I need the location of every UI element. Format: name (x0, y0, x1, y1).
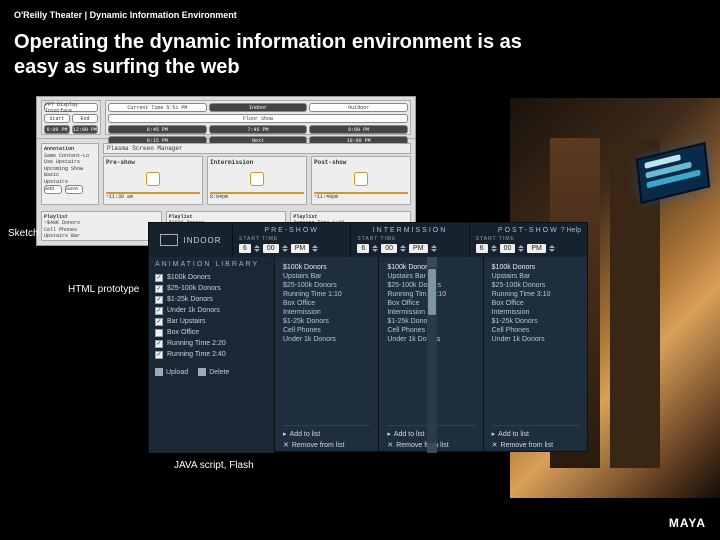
upload-icon (155, 368, 163, 376)
tv-icon (160, 234, 178, 246)
remove-button[interactable]: ✕ Remove from list (283, 441, 370, 449)
label-js-flash: JAVA script, Flash (174, 460, 254, 471)
list-item[interactable]: Under 1k Donors (283, 335, 370, 344)
time-input-intermission[interactable]: 6 00 PM (357, 244, 462, 253)
breadcrumb: O'Reilly Theater | Dynamic Information E… (0, 0, 720, 24)
lib-item[interactable]: ✓Running Time 2:40 (155, 349, 268, 360)
time-input-postshow[interactable]: 6 00 PM (476, 244, 581, 253)
help-link[interactable]: Help (561, 227, 581, 234)
arrow-up-icon[interactable] (427, 257, 437, 267)
library-scrollbar[interactable] (427, 257, 437, 453)
list-item[interactable]: Box Office (283, 299, 370, 308)
phase-preshow: PRE-SHOW START TIME 6 00 PM (233, 223, 351, 257)
list-item[interactable]: Intermission (283, 308, 370, 317)
checkbox-icon[interactable] (155, 329, 163, 337)
list-item[interactable]: Box Office (492, 299, 579, 308)
list-item[interactable]: $1-25k Donors (492, 317, 579, 326)
checkbox-icon[interactable]: ✓ (155, 285, 163, 293)
sketch-title: PPT Display Interface (44, 103, 98, 112)
playlist-col-preshow: $100k Donors Upstairs Bar $25-100k Donor… (275, 257, 379, 453)
lib-item[interactable]: ✓Running Time 2:20 (155, 338, 268, 349)
lib-item[interactable]: ✓$100k Donors (155, 272, 268, 283)
sketch-annotation: Annotation Same Content-Lo Use Upstairs … (41, 143, 99, 205)
time-input-preshow[interactable]: 6 00 PM (239, 244, 344, 253)
list-item[interactable]: Intermission (492, 308, 579, 317)
checkbox-icon[interactable]: ✓ (155, 351, 163, 359)
remove-button[interactable]: ✕ Remove from list (492, 441, 579, 449)
footer-logo: MAYA (669, 516, 706, 530)
delete-button[interactable]: Delete (198, 368, 229, 376)
scroll-thumb[interactable] (428, 269, 436, 315)
label-sketch: Sketch (8, 228, 39, 239)
arrow-down-icon[interactable] (427, 443, 437, 453)
list-item[interactable]: $25-100k Donors (283, 281, 370, 290)
add-button[interactable]: ▸ Add to list (492, 430, 579, 438)
indoor-tab[interactable]: INDOOR (149, 223, 233, 257)
checkbox-icon[interactable]: ✓ (155, 274, 163, 282)
lib-item[interactable]: ✓Under 1k Donors (155, 305, 268, 316)
lib-item[interactable]: ✓$1-25k Donors (155, 294, 268, 305)
list-item[interactable]: $1-25k Donors (283, 317, 370, 326)
lib-item[interactable]: ✓Bar Upstairs (155, 316, 268, 327)
label-html-prototype: HTML prototype (68, 284, 139, 295)
checkbox-icon[interactable]: ✓ (155, 296, 163, 304)
checkbox-icon[interactable]: ✓ (155, 340, 163, 348)
page-title: Operating the dynamic information enviro… (0, 24, 560, 90)
lib-item[interactable]: ✓$25-100k Donors (155, 283, 268, 294)
animation-library: ANIMATION LIBRARY ✓$100k Donors ✓$25-100… (149, 257, 275, 453)
list-item[interactable]: Cell Phones (492, 326, 579, 335)
delete-icon (198, 368, 206, 376)
list-item[interactable]: Upstairs Bar (283, 272, 370, 281)
list-item[interactable]: $100k Donors (492, 263, 579, 272)
list-item[interactable]: $25-100k Donors (492, 281, 579, 290)
list-item[interactable]: Cell Phones (283, 326, 370, 335)
list-item[interactable]: $100k Donors (283, 263, 370, 272)
list-item[interactable]: Upstairs Bar (492, 272, 579, 281)
checkbox-icon[interactable]: ✓ (155, 307, 163, 315)
content-stage: PPT Display Interface StartEnd 6:00 PM12… (0, 98, 720, 540)
digital-sign (636, 142, 710, 204)
list-item[interactable]: Running Time 1:10 (283, 290, 370, 299)
lib-item[interactable]: Box Office (155, 327, 268, 338)
add-button[interactable]: ▸ Add to list (283, 430, 370, 438)
html-prototype: Help INDOOR PRE-SHOW START TIME 6 00 PM … (148, 222, 588, 452)
phase-intermission: INTERMISSION START TIME 6 00 PM (351, 223, 469, 257)
list-item[interactable]: Under 1k Donors (492, 335, 579, 344)
list-item[interactable]: Running Time 3:10 (492, 290, 579, 299)
playlist-col-postshow: $100k Donors Upstairs Bar $25-100k Donor… (484, 257, 587, 453)
checkbox-icon[interactable]: ✓ (155, 318, 163, 326)
upload-button[interactable]: Upload (155, 368, 188, 376)
